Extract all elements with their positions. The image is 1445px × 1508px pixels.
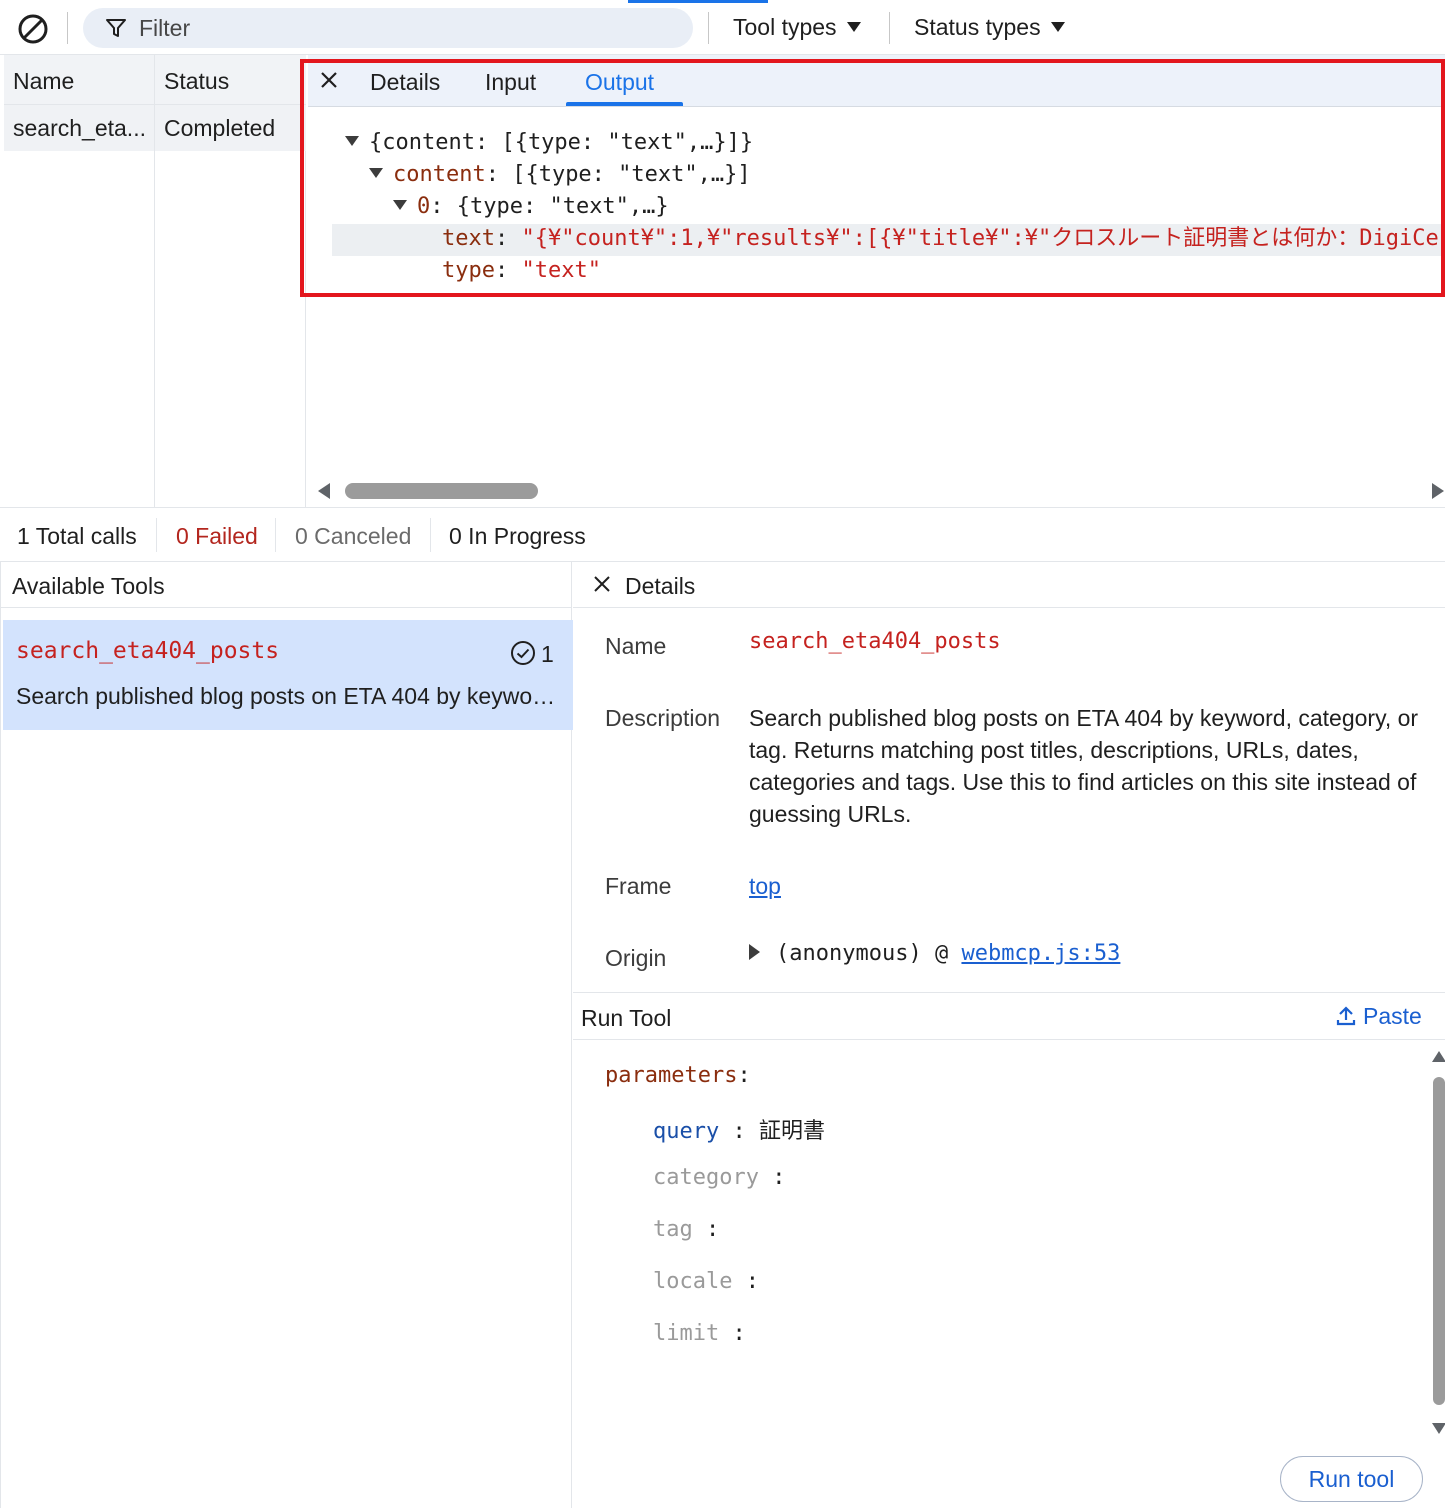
expand-arrow-icon[interactable] <box>393 200 407 210</box>
call-details-panel: Details Input Output {content: [{type: "… <box>308 55 1445 507</box>
vertical-scrollbar-thumb[interactable] <box>1433 1077 1445 1405</box>
close-icon[interactable] <box>318 69 340 91</box>
run-tool-header: Run Tool Paste <box>573 993 1445 1040</box>
column-header-name[interactable]: Name <box>13 68 74 95</box>
scroll-down-arrow-icon[interactable] <box>1432 1423 1445 1434</box>
tree-root[interactable]: {content: [{type: "text",…}]} <box>345 127 753 159</box>
tree-node-content[interactable]: content: [{type: "text",…}] <box>369 159 751 191</box>
tab-output[interactable]: Output <box>585 69 654 96</box>
param-locale[interactable]: locale : <box>653 1269 759 1294</box>
paste-button[interactable]: Paste <box>1335 1003 1422 1030</box>
tool-list-item[interactable]: search_eta404_posts 1 Search published b… <box>3 620 573 730</box>
dropdown-arrow-icon <box>846 22 861 32</box>
tab-input[interactable]: Input <box>485 69 536 96</box>
scroll-up-arrow-icon[interactable] <box>1432 1051 1445 1062</box>
tree-node-type[interactable]: type: "text" <box>442 255 601 287</box>
block-icon <box>18 14 48 44</box>
tree-node-text[interactable]: text: "{¥"count¥":1,¥"results¥":[{¥"titl… <box>442 223 1445 255</box>
dropdown-arrow-icon <box>1050 22 1065 32</box>
scroll-right-arrow-icon[interactable] <box>1432 483 1444 499</box>
in-progress-count: 0 In Progress <box>449 523 586 549</box>
toolbar: Filter Tool types Status types <box>0 0 1445 55</box>
param-query[interactable]: query : 証明書 <box>653 1113 825 1145</box>
run-tool-panel: Run Tool Paste parameters: query : 証明書 c… <box>573 992 1445 1508</box>
call-status-cell: Completed <box>164 115 276 141</box>
total-calls-count: 1 Total calls <box>17 523 137 549</box>
tool-types-dropdown[interactable]: Tool types <box>733 14 861 41</box>
check-circle-icon <box>511 641 535 665</box>
origin-function: (anonymous) <box>776 941 922 966</box>
summary-divider <box>430 518 431 552</box>
description-value: Search published blog posts on ETA 404 b… <box>749 705 1419 827</box>
frame-link[interactable]: top <box>749 873 781 900</box>
run-tool-button[interactable]: Run tool <box>1280 1456 1423 1502</box>
available-tools-header: Available Tools <box>1 562 572 608</box>
upload-icon <box>1336 1006 1356 1026</box>
origin-source-link[interactable]: webmcp.js:53 <box>961 941 1120 966</box>
tool-details-header: Details <box>573 562 1445 608</box>
expand-arrow-icon[interactable] <box>749 944 760 960</box>
available-tools-title: Available Tools <box>12 573 165 599</box>
tab-details[interactable]: Details <box>370 69 440 96</box>
status-types-label: Status types <box>914 14 1041 40</box>
run-tool-title: Run Tool <box>581 1005 672 1031</box>
summary-divider <box>156 518 157 552</box>
tool-name: search_eta404_posts <box>16 638 280 664</box>
description-label: Description <box>605 705 721 731</box>
filter-placeholder: Filter <box>139 15 191 41</box>
canceled-count: 0 Canceled <box>295 523 412 549</box>
calls-table: Name Status search_eta... Completed <box>4 55 306 507</box>
expand-arrow-icon[interactable] <box>345 136 359 146</box>
tool-call-count: 1 <box>541 641 554 667</box>
failed-count: 0 Failed <box>176 523 258 549</box>
tool-details-panel: Details Name search_eta404_posts Descrip… <box>573 562 1445 992</box>
toolbar-divider <box>708 12 709 44</box>
call-name-cell: search_eta... <box>13 115 146 141</box>
tree-node-0[interactable]: 0: {type: "text",…} <box>393 191 669 223</box>
frame-label: Frame <box>605 873 672 899</box>
toolbar-active-indicator <box>628 0 768 3</box>
parameters-key: parameters: <box>605 1063 751 1088</box>
toolbar-divider <box>889 12 890 44</box>
clear-log-button[interactable] <box>16 12 50 46</box>
param-category[interactable]: category : <box>653 1165 785 1190</box>
column-header-status[interactable]: Status <box>164 68 229 95</box>
summary-divider <box>275 518 276 552</box>
tool-types-label: Tool types <box>733 14 837 40</box>
paste-label: Paste <box>1363 1003 1422 1029</box>
filter-input[interactable]: Filter <box>83 8 693 48</box>
summary-bar: 1 Total calls 0 Failed 0 Canceled 0 In P… <box>0 507 1445 562</box>
tool-details-title: Details <box>625 573 696 599</box>
tool-description: Search published blog posts on ETA 404 b… <box>16 683 561 709</box>
calls-table-header: Name Status <box>4 55 306 105</box>
origin-value: (anonymous) @ webmcp.js:53 <box>749 941 1120 966</box>
param-tag[interactable]: tag : <box>653 1217 719 1242</box>
table-row[interactable]: search_eta... Completed <box>4 105 306 151</box>
expand-arrow-icon[interactable] <box>369 168 383 178</box>
horizontal-scrollbar-thumb[interactable] <box>345 483 538 499</box>
close-icon[interactable] <box>592 574 612 594</box>
status-types-dropdown[interactable]: Status types <box>914 14 1065 41</box>
origin-label: Origin <box>605 945 667 971</box>
name-label: Name <box>605 633 667 659</box>
available-tools-panel: Available Tools search_eta404_posts 1 Se… <box>0 562 573 1508</box>
origin-at: @ <box>934 941 949 966</box>
details-tab-bar: Details Input Output <box>308 55 1445 107</box>
column-divider <box>154 55 155 507</box>
param-limit[interactable]: limit : <box>653 1321 746 1346</box>
toolbar-divider <box>67 12 68 44</box>
active-tab-indicator <box>566 102 683 106</box>
filter-icon <box>106 19 126 37</box>
name-value: search_eta404_posts <box>749 629 1001 654</box>
param-query-value[interactable]: 証明書 <box>759 1119 825 1144</box>
scroll-left-arrow-icon[interactable] <box>318 483 330 499</box>
